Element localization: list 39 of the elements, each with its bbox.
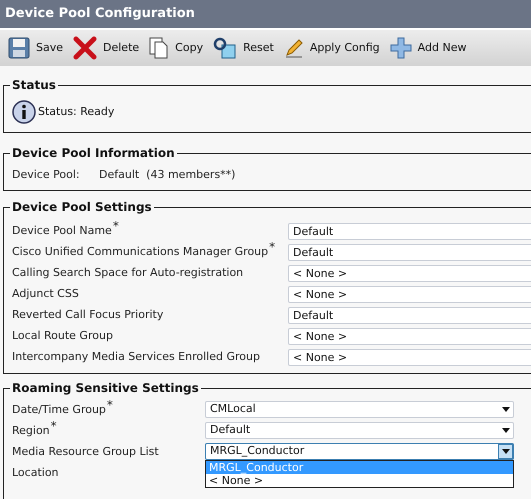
input-field[interactable]: Default [288, 223, 531, 240]
pages-icon [149, 37, 170, 59]
field-label: Adjunct CSS [12, 286, 79, 302]
field-label: Location [12, 465, 59, 481]
field-label: Media Resource Group List [12, 444, 159, 460]
window-title: Device Pool Configuration [5, 5, 195, 24]
dropdown-select[interactable]: CMLocal [205, 401, 514, 418]
toolbar-button[interactable]: Apply Config [282, 38, 381, 58]
field-label: Region* [12, 420, 57, 439]
field-label: Date/Time Group* [12, 399, 113, 418]
input-field[interactable]: < None > [288, 286, 531, 303]
section-legend: Roaming Sensitive Settings [10, 380, 201, 396]
toolbar-button[interactable]: Delete [72, 36, 140, 60]
input-field[interactable]: Default [288, 307, 531, 324]
info-icon [12, 100, 36, 124]
cross-icon [73, 36, 98, 60]
toolbar-button[interactable]: Add New [388, 37, 468, 59]
status-text: Status: Ready [38, 104, 114, 120]
field-label: Calling Search Space for Auto-registration [12, 265, 244, 281]
field-label: Cisco Unified Communications Manager Group* [12, 241, 276, 260]
input-field[interactable]: < None > [288, 265, 531, 282]
toolbar-button[interactable]: Reset [212, 37, 275, 59]
dropdown-option[interactable]: < None > [206, 474, 513, 487]
dropdown-select[interactable]: Default [205, 422, 514, 439]
toolbar-button[interactable]: Copy [148, 37, 204, 59]
input-field[interactable]: < None > [288, 349, 531, 366]
field-label: Local Route Group [12, 328, 113, 344]
field-label: Reverted Call Focus Priority [12, 307, 164, 323]
toolbar-button[interactable]: Save [7, 37, 64, 59]
field-label: Device Pool Name* [12, 220, 119, 239]
input-field[interactable]: < None > [288, 328, 531, 345]
dropdown-select[interactable]: MRGL_Conductor [205, 443, 514, 460]
field-value: Default (43 members**) [99, 167, 236, 183]
input-field[interactable]: Default [288, 244, 531, 261]
pencil-icon [284, 38, 304, 58]
field-label: Device Pool: [12, 167, 81, 183]
plus-icon [390, 37, 412, 59]
field-label: Intercompany Media Services Enrolled Group [12, 349, 260, 365]
section-legend: Device Pool Settings [10, 199, 154, 215]
